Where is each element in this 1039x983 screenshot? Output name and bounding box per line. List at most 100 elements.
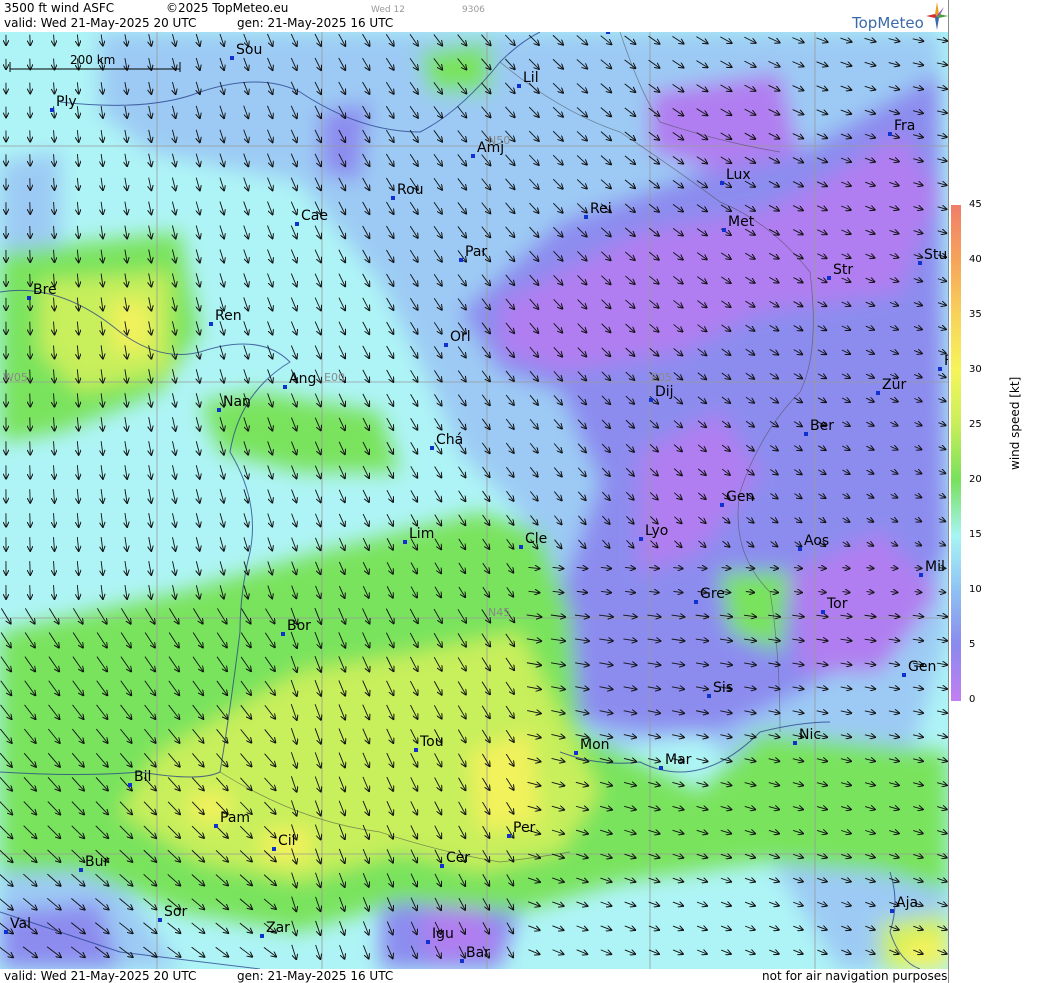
wind-arrow bbox=[30, 465, 31, 478]
city-marker bbox=[440, 864, 444, 868]
footer-disclaimer: not for air navigation purposes bbox=[762, 969, 948, 983]
legend-color-bar bbox=[951, 205, 961, 701]
city-label: Sor bbox=[164, 904, 187, 920]
city-label: Sou bbox=[236, 42, 262, 58]
city-label: Bar bbox=[466, 945, 490, 961]
city-label: Par bbox=[465, 244, 487, 260]
city-marker bbox=[720, 503, 724, 507]
compass-star-icon bbox=[926, 2, 948, 30]
map-footer: valid: Wed 21-May-2025 20 UTC gen: 21-Ma… bbox=[0, 969, 948, 983]
city-marker bbox=[659, 766, 663, 770]
city-marker bbox=[918, 261, 922, 265]
city-label: Nan bbox=[223, 394, 251, 410]
city-marker bbox=[798, 547, 802, 551]
city-marker bbox=[574, 751, 578, 755]
city-marker bbox=[722, 228, 726, 232]
city-marker bbox=[27, 296, 31, 300]
city-label: Aos bbox=[804, 533, 829, 549]
legend-title: wind speed [kt] bbox=[1008, 376, 1022, 470]
city-label: Lyo bbox=[645, 523, 668, 539]
city-label: Str bbox=[833, 262, 853, 278]
legend-tick-label: 20 bbox=[969, 474, 982, 485]
city-label: Dij bbox=[655, 384, 674, 400]
city-label: Nic bbox=[799, 727, 821, 743]
small-day-label: Wed 12 bbox=[371, 5, 405, 15]
city-label: Gen bbox=[908, 659, 936, 675]
city-label: Mon bbox=[580, 737, 610, 753]
legend-segment bbox=[951, 480, 961, 536]
city-label: Val bbox=[10, 916, 31, 932]
legend-tick-label: 35 bbox=[969, 309, 982, 320]
wind-arrow bbox=[30, 345, 31, 359]
city-label: Igu bbox=[432, 926, 454, 942]
city-label: Bor bbox=[287, 618, 311, 634]
city-label: Zar bbox=[266, 920, 290, 936]
city-marker bbox=[281, 632, 285, 636]
footer-gen: gen: 21-May-2025 16 UTC bbox=[237, 969, 394, 983]
city-label: Per bbox=[513, 820, 536, 836]
city-label: Ren bbox=[215, 308, 242, 324]
legend-tick-label: 5 bbox=[969, 639, 976, 650]
city-marker bbox=[707, 694, 711, 698]
city-marker bbox=[584, 215, 588, 219]
city-label: Gen bbox=[726, 489, 754, 505]
legend-segment bbox=[951, 370, 961, 426]
city-label: Aja bbox=[896, 895, 918, 911]
city-marker bbox=[471, 154, 475, 158]
logo-text: TopMeteo bbox=[852, 14, 924, 32]
city-marker bbox=[460, 959, 464, 963]
city-label: Orl bbox=[450, 329, 471, 345]
legend-tick-label: 30 bbox=[969, 364, 982, 375]
city-label: Lux bbox=[726, 167, 751, 183]
city-marker bbox=[214, 824, 218, 828]
product-title: 3500 ft wind ASFC bbox=[4, 1, 115, 15]
valid-time: valid: Wed 21-May-2025 20 UTC bbox=[4, 16, 197, 30]
city-marker bbox=[902, 673, 906, 677]
city-label: Lil bbox=[523, 70, 539, 86]
scale-bar-label: 200 km bbox=[70, 53, 115, 67]
map-header: 3500 ft wind ASFC ©2025 TopMeteo.eu Wed … bbox=[0, 0, 948, 32]
legend-segment bbox=[951, 425, 961, 481]
city-label: Chá bbox=[436, 432, 463, 448]
city-marker bbox=[888, 132, 892, 136]
city-label: Pam bbox=[220, 810, 250, 826]
city-marker bbox=[606, 32, 610, 34]
grid-label-n45: N45 bbox=[488, 606, 510, 619]
city-label: Met bbox=[728, 214, 755, 230]
city-label: Cle bbox=[525, 531, 547, 547]
city-marker bbox=[919, 573, 923, 577]
city-label: Tor bbox=[826, 596, 848, 612]
city-label: Gre bbox=[700, 586, 725, 602]
city-marker bbox=[639, 537, 643, 541]
city-marker bbox=[426, 940, 430, 944]
city-label: Ply bbox=[56, 94, 77, 110]
city-marker bbox=[295, 222, 299, 226]
city-label: Cer bbox=[446, 850, 470, 866]
city-label: Bur bbox=[85, 854, 109, 870]
city-label: Ber bbox=[810, 418, 834, 434]
city-marker bbox=[507, 834, 511, 838]
city-marker bbox=[821, 610, 825, 614]
city-marker bbox=[827, 276, 831, 280]
grid-label-w05: W05 bbox=[3, 371, 28, 384]
color-legend: 45 40 35 30 25 20 15 10 5 0 bbox=[948, 0, 1039, 983]
city-label: Stu bbox=[924, 247, 947, 263]
city-label: Zür bbox=[882, 377, 906, 393]
city-label: Rei bbox=[590, 201, 612, 217]
legend-tick-label: 25 bbox=[969, 419, 982, 430]
city-marker bbox=[209, 322, 213, 326]
grid-label-e00: E00 bbox=[324, 371, 345, 384]
legend-tick-label: 15 bbox=[969, 529, 982, 540]
city-label: Tou bbox=[419, 734, 444, 750]
city-marker bbox=[403, 540, 407, 544]
city-label: Mar bbox=[665, 752, 692, 768]
wind-map[interactable]: 200 km N50 N45 W05 E00 E05 SouBruKölLilP… bbox=[0, 32, 948, 969]
city-label: Rou bbox=[397, 182, 424, 198]
copyright-text: ©2025 TopMeteo.eu bbox=[166, 1, 289, 15]
legend-segment bbox=[951, 645, 961, 701]
city-marker bbox=[938, 367, 942, 371]
city-label: Sis bbox=[713, 680, 733, 696]
legend-segment bbox=[951, 205, 961, 261]
city-marker bbox=[283, 385, 287, 389]
city-marker bbox=[230, 56, 234, 60]
